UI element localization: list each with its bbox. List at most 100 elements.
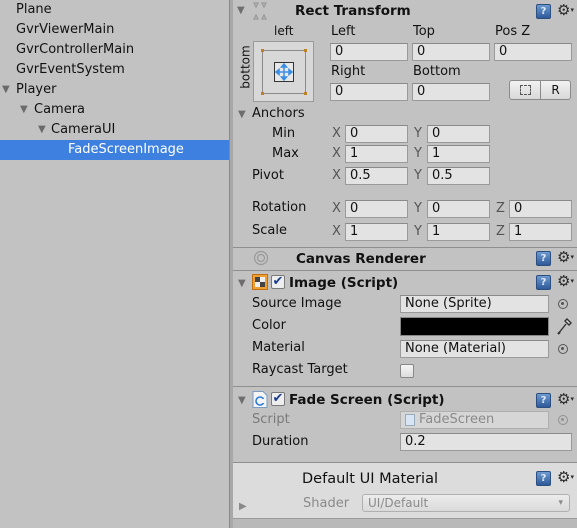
component-divider bbox=[233, 270, 577, 271]
hierarchy-panel: Plane GvrViewerMain GvrControllerMain Gv… bbox=[0, 0, 229, 528]
object-picker-icon bbox=[558, 415, 568, 425]
axis-y-label: Y bbox=[414, 168, 422, 183]
hierarchy-item-gvreventsystem[interactable]: GvrEventSystem bbox=[0, 60, 229, 80]
shader-dropdown[interactable]: UI/Default ▾ bbox=[362, 494, 570, 512]
rotation-z-input[interactable]: 0 bbox=[509, 200, 572, 218]
component-title: Fade Screen (Script) bbox=[289, 392, 445, 408]
anchor-min-y-input[interactable]: 0 bbox=[427, 125, 490, 143]
help-icon[interactable]: ? bbox=[536, 275, 551, 290]
anchors-label: Anchors bbox=[252, 106, 305, 121]
hierarchy-item-label: FadeScreenImage bbox=[68, 142, 184, 157]
canvas-renderer-icon bbox=[253, 250, 269, 266]
raycast-target-label: Raycast Target bbox=[252, 362, 348, 377]
gear-icon[interactable]: ⚙▾ bbox=[557, 470, 574, 485]
csharp-script-icon bbox=[252, 391, 268, 408]
eyedropper-icon[interactable] bbox=[555, 316, 573, 336]
pos-z-input[interactable]: 0 bbox=[494, 43, 572, 61]
image-component-icon bbox=[252, 274, 268, 290]
scale-z-input[interactable]: 1 bbox=[509, 223, 572, 241]
anchor-min-label: Min bbox=[272, 126, 296, 141]
hierarchy-item-fadescreenimage[interactable]: FadeScreenImage bbox=[0, 140, 229, 160]
pivot-y-input[interactable]: 0.5 bbox=[427, 167, 490, 185]
right-input[interactable]: 0 bbox=[330, 83, 408, 101]
anchor-max-x-input[interactable]: 1 bbox=[345, 145, 408, 163]
gear-caret: ▾ bbox=[570, 277, 574, 285]
bottom-input[interactable]: 0 bbox=[412, 83, 490, 101]
anchor-presets-button[interactable] bbox=[253, 41, 314, 102]
source-image-field[interactable]: None (Sprite) bbox=[400, 295, 549, 313]
color-swatch[interactable] bbox=[400, 317, 549, 336]
hierarchy-item-player[interactable]: ▼ Player bbox=[0, 80, 229, 100]
gear-icon[interactable]: ⚙▾ bbox=[557, 392, 574, 407]
object-picker-icon[interactable] bbox=[558, 299, 568, 309]
anchor-dot bbox=[261, 92, 264, 95]
help-icon[interactable]: ? bbox=[536, 4, 551, 19]
script-label: Script bbox=[252, 412, 290, 427]
left-input[interactable]: 0 bbox=[330, 43, 408, 61]
duration-input[interactable]: 0.2 bbox=[400, 433, 572, 451]
object-picker-icon[interactable] bbox=[558, 344, 568, 354]
hierarchy-item-gvrcontrollermain[interactable]: GvrControllerMain bbox=[0, 40, 229, 60]
scale-label: Scale bbox=[252, 223, 287, 238]
collapse-arrow-icon[interactable]: ▼ bbox=[238, 395, 246, 406]
help-icon[interactable]: ? bbox=[536, 393, 551, 408]
script-field: FadeScreen bbox=[400, 411, 549, 429]
axis-x-label: X bbox=[332, 146, 341, 161]
anchor-dot bbox=[304, 92, 307, 95]
axis-x-label: X bbox=[332, 201, 341, 216]
collapse-arrow-icon[interactable]: ▼ bbox=[237, 5, 245, 16]
anchor-min-x-input[interactable]: 0 bbox=[345, 125, 408, 143]
expand-arrow-icon[interactable]: ▼ bbox=[20, 100, 28, 120]
gear-icon[interactable]: ⚙▾ bbox=[557, 3, 574, 18]
duration-label: Duration bbox=[252, 434, 309, 449]
material-expand-icon[interactable]: ▶ bbox=[239, 501, 247, 512]
hierarchy-item-label: GvrViewerMain bbox=[16, 22, 115, 37]
shader-label: Shader bbox=[303, 496, 350, 511]
component-divider bbox=[233, 247, 577, 248]
scale-y-input[interactable]: 1 bbox=[427, 223, 490, 241]
help-icon[interactable]: ? bbox=[536, 251, 551, 266]
gear-icon[interactable]: ⚙▾ bbox=[557, 250, 574, 265]
gear-glyph: ⚙ bbox=[557, 272, 571, 290]
bottom-label: Bottom bbox=[413, 64, 461, 79]
gear-glyph: ⚙ bbox=[557, 1, 571, 19]
axis-x-label: X bbox=[332, 224, 341, 239]
hierarchy-item-gvrviewermain[interactable]: GvrViewerMain bbox=[0, 20, 229, 40]
left-label: Left bbox=[331, 24, 356, 39]
inspector-panel: ▼ Rect Transform ? ⚙▾ left bottom Left T… bbox=[233, 0, 577, 528]
component-title: Image (Script) bbox=[289, 275, 399, 291]
collapse-arrow-icon[interactable]: ▼ bbox=[238, 278, 246, 289]
scale-x-input[interactable]: 1 bbox=[345, 223, 408, 241]
dropdown-arrow-icon: ▾ bbox=[558, 498, 563, 508]
gear-glyph: ⚙ bbox=[557, 248, 571, 266]
component-title: Rect Transform bbox=[295, 3, 411, 19]
axis-y-label: Y bbox=[414, 126, 422, 141]
hierarchy-item-camera[interactable]: ▼ Camera bbox=[0, 100, 229, 120]
script-field-value: FadeScreen bbox=[419, 412, 495, 427]
script-asset-icon bbox=[405, 414, 415, 426]
top-input[interactable]: 0 bbox=[412, 43, 490, 61]
gear-icon[interactable]: ⚙▾ bbox=[557, 274, 574, 289]
rotation-label: Rotation bbox=[252, 200, 307, 215]
blueprint-mode-button[interactable] bbox=[509, 80, 541, 100]
material-field[interactable]: None (Material) bbox=[400, 340, 549, 358]
anchor-dot bbox=[261, 49, 264, 52]
gear-caret: ▾ bbox=[570, 395, 574, 403]
rotation-x-input[interactable]: 0 bbox=[345, 200, 408, 218]
raycast-target-checkbox[interactable] bbox=[400, 364, 414, 378]
inspector-bottom-bar bbox=[233, 518, 577, 528]
expand-arrow-icon[interactable]: ▼ bbox=[2, 80, 10, 100]
pivot-x-input[interactable]: 0.5 bbox=[345, 167, 408, 185]
rotation-y-input[interactable]: 0 bbox=[427, 200, 490, 218]
axis-z-label: Z bbox=[496, 201, 505, 216]
image-enabled-checkbox[interactable]: ✔ bbox=[271, 275, 285, 289]
raw-edit-button[interactable]: R bbox=[540, 80, 571, 100]
anchors-expand-icon[interactable]: ▼ bbox=[238, 109, 246, 120]
fade-screen-enabled-checkbox[interactable]: ✔ bbox=[271, 392, 285, 406]
hierarchy-item-cameraui[interactable]: ▼ CameraUI bbox=[0, 120, 229, 140]
anchor-max-y-input[interactable]: 1 bbox=[427, 145, 490, 163]
axis-x-label: X bbox=[332, 126, 341, 141]
expand-arrow-icon[interactable]: ▼ bbox=[38, 120, 46, 140]
help-icon[interactable]: ? bbox=[536, 471, 551, 486]
hierarchy-item-plane[interactable]: Plane bbox=[0, 0, 229, 20]
